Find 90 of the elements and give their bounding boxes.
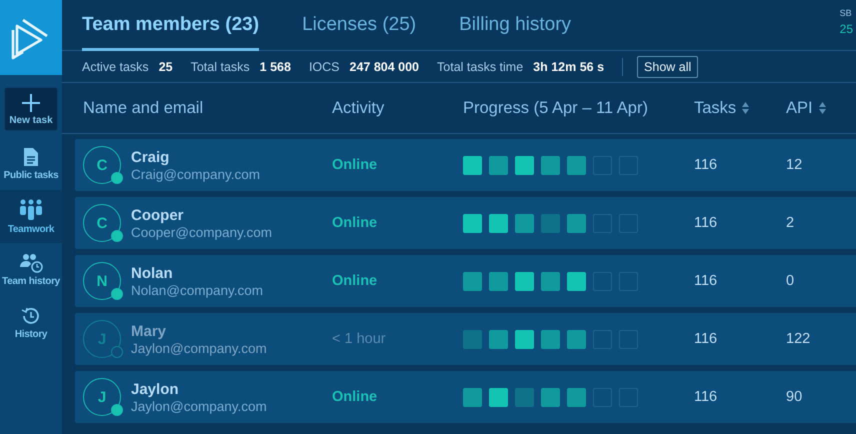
progress-square bbox=[541, 214, 560, 232]
tab[interactable]: Licenses (25) bbox=[302, 0, 416, 51]
progress-square bbox=[567, 330, 586, 348]
history-icon bbox=[21, 306, 41, 326]
member-row[interactable]: C Cooper Cooper@company.com Online 116 2 bbox=[75, 197, 856, 249]
document-icon bbox=[23, 146, 39, 166]
corner-value: 25 bbox=[840, 22, 853, 36]
stat-label: Total tasks time bbox=[437, 60, 524, 74]
stat-value: 25 bbox=[158, 60, 173, 74]
tasks-count: 116 bbox=[694, 215, 718, 231]
avatar: J bbox=[83, 378, 121, 416]
api-count: 90 bbox=[786, 389, 802, 405]
api-count: 2 bbox=[786, 215, 794, 231]
activity-status: Online bbox=[332, 215, 378, 231]
nav-item[interactable]: History bbox=[0, 296, 62, 349]
people-icon bbox=[19, 198, 43, 220]
member-row[interactable]: J Jaylon Jaylon@company.com Online 116 90 bbox=[75, 371, 856, 423]
stat-label: IOCS bbox=[308, 60, 340, 74]
sort-icon[interactable] bbox=[818, 102, 826, 114]
progress-square bbox=[489, 388, 508, 406]
api-count: 0 bbox=[786, 273, 794, 289]
tasks-count: 116 bbox=[694, 157, 718, 173]
progress-square bbox=[463, 388, 482, 406]
member-name: Mary bbox=[131, 322, 168, 340]
stat-value: 3h 12m 56 s bbox=[533, 60, 604, 74]
corner-label: SB bbox=[840, 8, 853, 18]
progress-square bbox=[567, 272, 586, 290]
member-name: Craig bbox=[131, 148, 170, 166]
progress-square bbox=[515, 330, 534, 348]
column-header: API bbox=[786, 98, 813, 118]
member-name: Jaylon bbox=[131, 380, 180, 398]
progress-square bbox=[489, 214, 508, 232]
avatar: C bbox=[83, 204, 121, 242]
nav-item[interactable]: Teamwork bbox=[0, 190, 62, 243]
plus-icon bbox=[21, 92, 41, 112]
progress-square bbox=[463, 156, 482, 174]
show-all-button[interactable]: Show all bbox=[637, 56, 698, 78]
member-email: Cooper@company.com bbox=[131, 224, 272, 240]
column-header: Name and email bbox=[83, 98, 204, 118]
progress-square bbox=[515, 214, 534, 232]
sort-icon[interactable] bbox=[742, 102, 750, 114]
api-count: 122 bbox=[786, 331, 810, 347]
progress-square bbox=[541, 272, 560, 290]
progress-square bbox=[541, 330, 560, 348]
member-email: Jaylon@company.com bbox=[131, 340, 267, 356]
progress-square bbox=[489, 272, 508, 290]
new-task-button[interactable]: New task bbox=[4, 87, 58, 131]
progress-square bbox=[567, 388, 586, 406]
member-row[interactable]: C Craig Craig@company.com Online 116 12 bbox=[75, 139, 856, 191]
avatar: C bbox=[83, 146, 121, 184]
progress-square bbox=[515, 272, 534, 290]
member-name: Nolan bbox=[131, 264, 174, 282]
column-header: Activity bbox=[332, 98, 384, 118]
tab[interactable]: Team members (23) bbox=[82, 0, 260, 51]
member-email: Craig@company.com bbox=[131, 166, 260, 182]
activity-status: Online bbox=[332, 273, 378, 289]
member-name: Cooper bbox=[131, 206, 184, 224]
nav-item[interactable]: Public tasks bbox=[0, 137, 62, 190]
progress-square bbox=[541, 156, 560, 174]
column-header: Tasks bbox=[694, 98, 736, 118]
member-email: Nolan@company.com bbox=[131, 282, 264, 298]
progress-square bbox=[463, 330, 482, 348]
activity-status: Online bbox=[332, 389, 378, 405]
activity-status: Online bbox=[332, 157, 378, 173]
stat-label: Total tasks bbox=[190, 60, 250, 74]
tasks-count: 116 bbox=[694, 273, 718, 289]
stat-label: Active tasks bbox=[82, 60, 149, 74]
logo-icon bbox=[0, 0, 62, 75]
progress-square bbox=[541, 388, 560, 406]
tab[interactable]: Billing history bbox=[459, 0, 572, 51]
people-clock-icon bbox=[18, 252, 44, 272]
progress-square bbox=[567, 156, 586, 174]
avatar: N bbox=[83, 262, 121, 300]
tasks-count: 116 bbox=[694, 389, 718, 405]
progress-square bbox=[489, 330, 508, 348]
stat-value: 1 568 bbox=[260, 60, 291, 74]
stat-value: 247 804 000 bbox=[350, 60, 420, 74]
progress-square bbox=[463, 272, 482, 290]
nav-item[interactable]: Team history bbox=[0, 243, 62, 296]
progress-square bbox=[463, 214, 482, 232]
progress-square bbox=[489, 156, 508, 174]
progress-square bbox=[567, 214, 586, 232]
member-row[interactable]: N Nolan Nolan@company.com Online 116 0 bbox=[75, 255, 856, 307]
column-header: Progress (5 Apr – 11 Apr) bbox=[463, 98, 648, 118]
progress-square bbox=[515, 156, 534, 174]
activity-status: < 1 hour bbox=[332, 331, 386, 347]
api-count: 12 bbox=[786, 157, 802, 173]
tasks-count: 116 bbox=[694, 331, 718, 347]
member-email: Jaylon@company.com bbox=[131, 398, 267, 414]
progress-square bbox=[515, 388, 534, 406]
